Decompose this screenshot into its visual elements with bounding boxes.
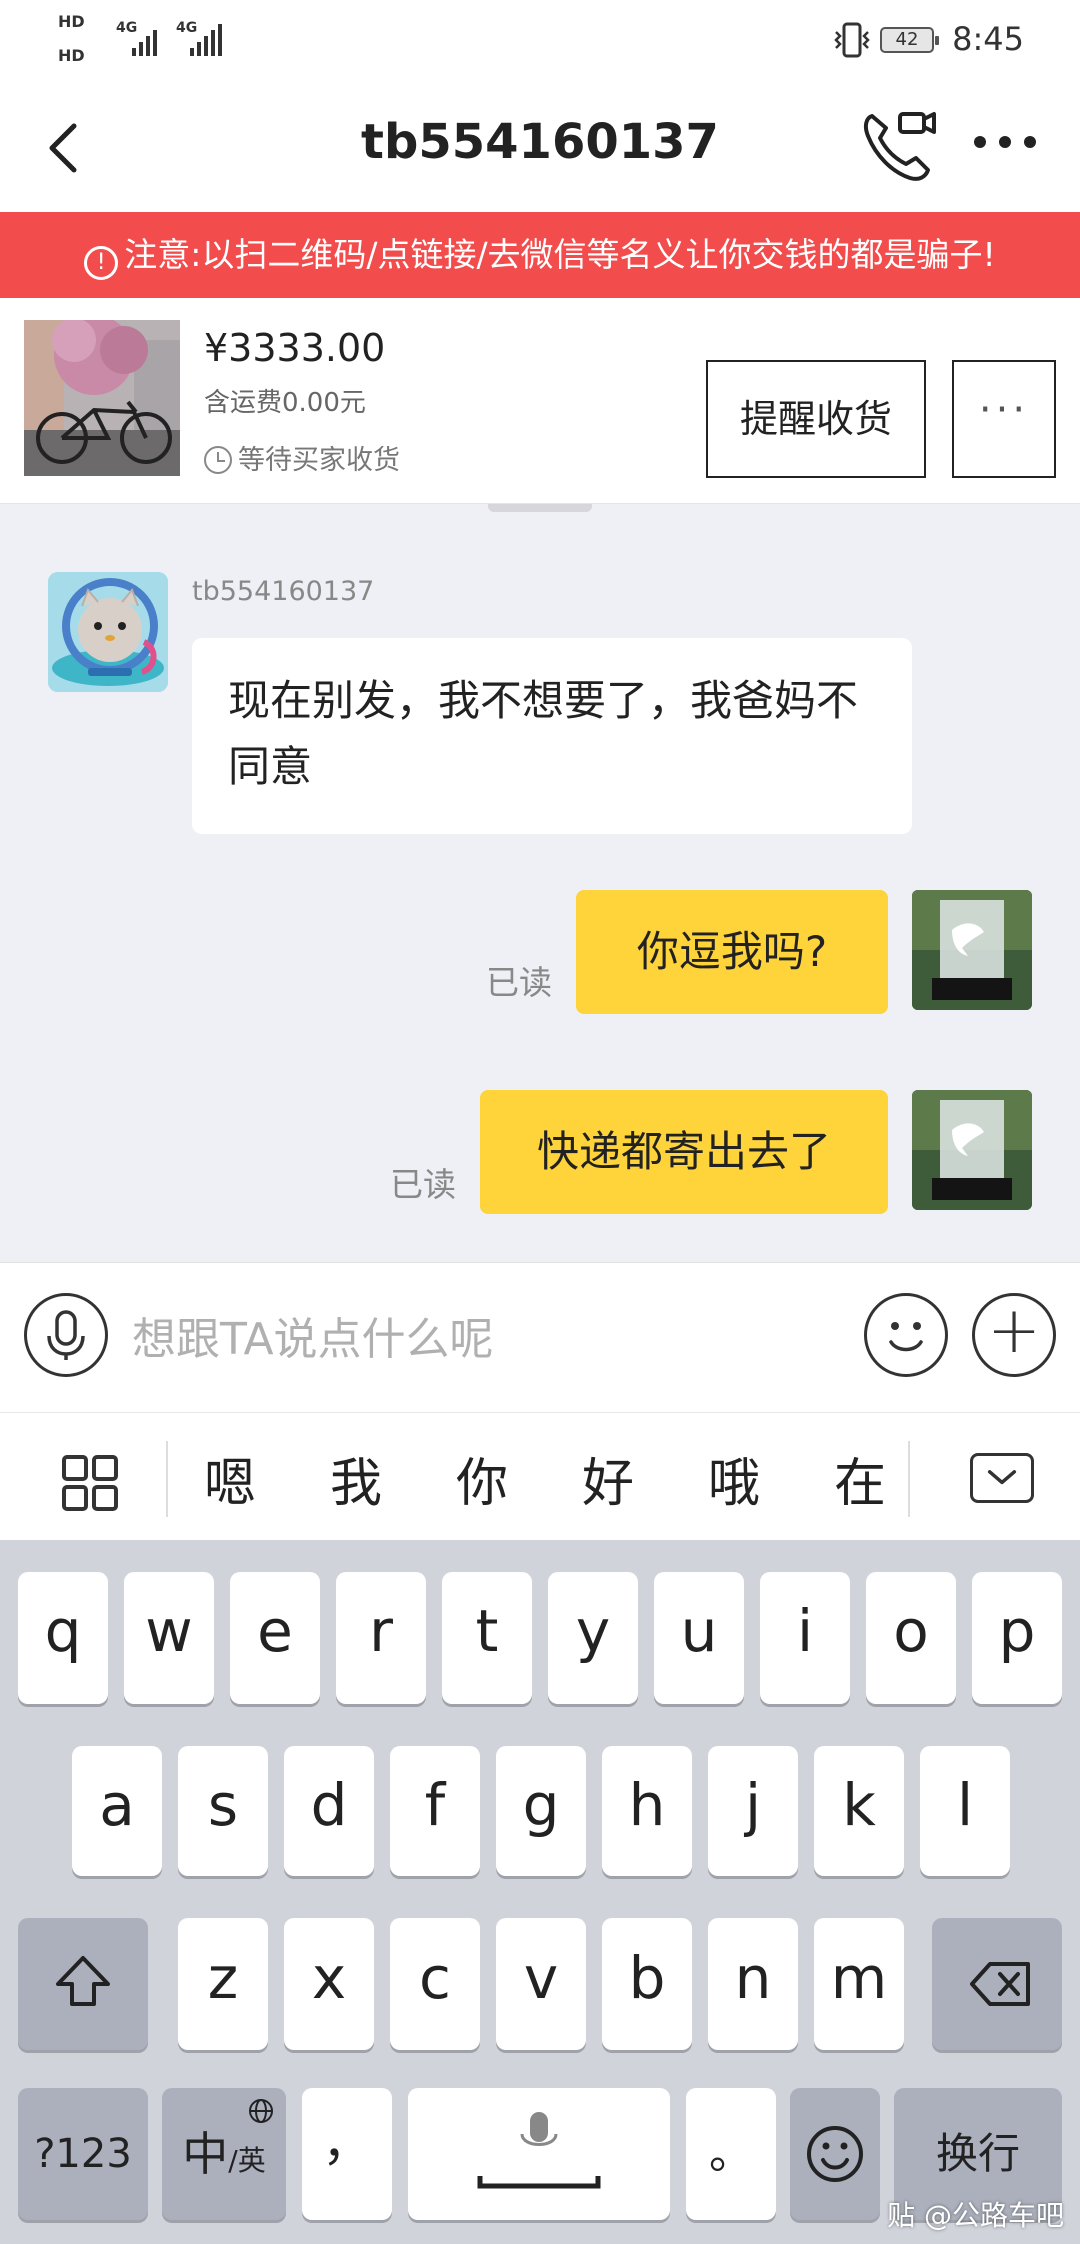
- watermark: 贴 @公路车吧: [887, 2199, 1064, 2232]
- order-more-button[interactable]: ···: [952, 360, 1056, 478]
- candidate-word[interactable]: 我: [316, 1441, 396, 1516]
- vibrate-icon: [834, 22, 870, 58]
- divider: [908, 1441, 910, 1517]
- read-receipt: 已读: [486, 963, 552, 1002]
- lang-key-main: 中: [182, 2127, 229, 2181]
- language-switch-key[interactable]: 中/英: [162, 2088, 286, 2220]
- key-t[interactable]: t: [442, 1572, 532, 1704]
- my-message-bubble[interactable]: 你逗我吗?: [576, 890, 888, 1014]
- peer-message-bubble[interactable]: 现在别发，我不想要了，我爸妈不同意: [192, 638, 912, 834]
- ime-candidate-bar: 嗯 我 你 好 哦 在: [0, 1412, 1080, 1540]
- my-avatar[interactable]: [912, 1090, 1032, 1210]
- scam-warning-banner: ! 注意:以扫二维码/点链接/去微信等名义让你交钱的都是骗子!: [0, 212, 1080, 298]
- emoji-key[interactable]: [790, 2088, 880, 2220]
- plus-icon[interactable]: +: [972, 1293, 1056, 1377]
- space-key[interactable]: [408, 2088, 670, 2220]
- shipping-fee: 含运费0.00元: [204, 388, 366, 418]
- key-n[interactable]: n: [708, 1918, 798, 2050]
- comma-key[interactable]: ，: [302, 2088, 392, 2220]
- more-dots-icon[interactable]: [970, 122, 1040, 162]
- microphone-icon[interactable]: [24, 1293, 108, 1377]
- lang-key-sub: /英: [228, 2144, 266, 2177]
- chevron-left-icon[interactable]: [36, 118, 96, 178]
- message-input-bar: +: [0, 1262, 1080, 1412]
- key-m[interactable]: m: [814, 1918, 904, 2050]
- key-x[interactable]: x: [284, 1918, 374, 2050]
- key-o[interactable]: o: [866, 1572, 956, 1704]
- key-u[interactable]: u: [654, 1572, 744, 1704]
- candidate-word[interactable]: 哦: [694, 1441, 774, 1516]
- hd-indicator-1: HD: [58, 12, 85, 31]
- key-b[interactable]: b: [602, 1918, 692, 2050]
- key-j[interactable]: j: [708, 1746, 798, 1876]
- globe-icon: [249, 2099, 273, 2123]
- chat-header: tb554160137: [0, 80, 1080, 212]
- clock-time: 8:45: [952, 20, 1024, 58]
- hd-indicator-2: HD: [58, 46, 85, 65]
- key-l[interactable]: l: [920, 1746, 1010, 1876]
- keyboard: q w e r t y u i o p a s d f g h j k l z …: [0, 1540, 1080, 2244]
- smiley-icon[interactable]: [864, 1293, 948, 1377]
- status-bar: HD HD 4G 4G 42 8:45: [0, 0, 1080, 80]
- warning-icon: !: [84, 246, 119, 280]
- smiley-icon: [807, 2126, 863, 2182]
- phone-video-icon[interactable]: [858, 106, 938, 186]
- numbers-key[interactable]: ?123: [18, 2088, 148, 2220]
- read-receipt: 已读: [390, 1165, 456, 1204]
- peer-avatar[interactable]: [48, 572, 168, 692]
- signal-icon-1: [132, 30, 157, 56]
- warning-text: 注意:以扫二维码/点链接/去微信等名义让你交钱的都是骗子!: [124, 235, 996, 274]
- key-w[interactable]: w: [124, 1572, 214, 1704]
- scroll-handle[interactable]: [488, 504, 592, 512]
- grid-icon[interactable]: [60, 1453, 120, 1513]
- candidate-word[interactable]: 嗯: [190, 1441, 270, 1516]
- key-f[interactable]: f: [390, 1746, 480, 1876]
- signal-icon-2: [190, 24, 222, 56]
- peer-name: tb554160137: [192, 576, 375, 607]
- keyboard-collapse-icon[interactable]: [970, 1453, 1034, 1503]
- microphone-icon: [477, 2112, 601, 2189]
- backspace-icon: [970, 1962, 1030, 2006]
- key-y[interactable]: y: [548, 1572, 638, 1704]
- backspace-key[interactable]: [932, 1918, 1062, 2050]
- shift-key[interactable]: [18, 1918, 148, 2050]
- key-v[interactable]: v: [496, 1918, 586, 2050]
- candidate-word[interactable]: 好: [568, 1441, 648, 1516]
- key-q[interactable]: q: [18, 1572, 108, 1704]
- key-z[interactable]: z: [178, 1918, 268, 2050]
- key-c[interactable]: c: [390, 1918, 480, 2050]
- remind-receipt-button[interactable]: 提醒收货: [706, 360, 926, 478]
- order-status: 等待买家收货: [204, 438, 400, 477]
- candidate-word[interactable]: 在: [820, 1441, 900, 1516]
- clock-icon: [204, 446, 232, 474]
- key-d[interactable]: d: [284, 1746, 374, 1876]
- key-s[interactable]: s: [178, 1746, 268, 1876]
- key-p[interactable]: p: [972, 1572, 1062, 1704]
- key-e[interactable]: e: [230, 1572, 320, 1704]
- chat-area[interactable]: tb554160137 现在别发，我不想要了，我爸妈不同意 已读 你逗我吗? 已…: [0, 504, 1080, 1262]
- shift-arrow-icon: [56, 1956, 110, 2006]
- key-h[interactable]: h: [602, 1746, 692, 1876]
- my-message-bubble[interactable]: 快递都寄出去了: [480, 1090, 888, 1214]
- order-card[interactable]: ¥3333.00 含运费0.00元 等待买家收货 提醒收货 ···: [0, 298, 1080, 504]
- key-g[interactable]: g: [496, 1746, 586, 1876]
- my-avatar[interactable]: [912, 890, 1032, 1010]
- product-thumbnail[interactable]: [24, 320, 180, 476]
- order-status-text: 等待买家收货: [238, 445, 400, 476]
- candidate-word[interactable]: 你: [442, 1441, 522, 1516]
- battery-indicator: 42: [880, 27, 939, 53]
- message-input[interactable]: [132, 1303, 832, 1375]
- key-a[interactable]: a: [72, 1746, 162, 1876]
- divider: [166, 1441, 168, 1517]
- key-k[interactable]: k: [814, 1746, 904, 1876]
- order-price: ¥3333.00: [204, 326, 386, 370]
- period-key[interactable]: 。: [686, 2088, 776, 2220]
- key-r[interactable]: r: [336, 1572, 426, 1704]
- key-i[interactable]: i: [760, 1572, 850, 1704]
